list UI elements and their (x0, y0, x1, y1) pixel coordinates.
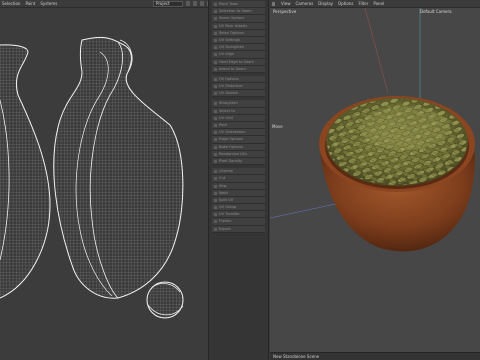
camera-label[interactable]: Default Camera (420, 9, 452, 14)
tool-panel-item[interactable]: Weld (212, 189, 265, 197)
uv-tool-icon[interactable] (200, 1, 204, 6)
uv-canvas[interactable] (0, 8, 208, 360)
tool-panel-item[interactable]: Cut (212, 175, 265, 183)
tool-panel-item[interactable]: UV Pack Islands (212, 22, 265, 30)
tool-panel-item[interactable]: UV Align (212, 51, 265, 59)
tool-panel-item[interactable]: Export (212, 225, 265, 233)
tool-panel-item[interactable]: Seam Options (212, 15, 265, 23)
uv-tool-icon[interactable] (193, 1, 197, 6)
uv-tool-panel: Paint Tools Selection to Seam Seam Options… (208, 0, 269, 360)
viewport-menu-filter[interactable]: Filter (358, 1, 368, 6)
tool-panel-item[interactable]: UV Orientation (212, 129, 265, 137)
tool-panel-item[interactable]: Split UV (212, 196, 265, 205)
viewport-scene (270, 8, 475, 252)
uv-editor-menu: Selection Paint Systems (0, 1, 57, 6)
viewport-layout-icon[interactable] (272, 1, 275, 6)
move-label: Move (272, 124, 283, 129)
tool-panel-item[interactable]: UV Settings (212, 36, 265, 45)
tool-panel-item[interactable]: UV Straighten (212, 44, 265, 52)
tool-panel-item[interactable]: Randomize UVs (212, 150, 265, 158)
tool-panel-item[interactable]: Fill Options (212, 75, 265, 84)
tool-panel-item[interactable]: Pixel Density (212, 157, 265, 166)
tool-panel-item[interactable]: Flatten (212, 218, 265, 226)
perspective-label: Perspective (273, 9, 297, 14)
tool-panel-item[interactable]: Island to Seam (212, 65, 265, 73)
tool-panel-item[interactable]: Pack (212, 122, 265, 130)
tool-panel-item[interactable]: Unwrap (212, 168, 265, 176)
viewport-menu-options[interactable]: Options (338, 1, 353, 6)
project-dropdown[interactable]: Project (153, 1, 183, 7)
tool-panel-item[interactable]: Relax Options (212, 29, 265, 37)
viewport-menu-panel[interactable]: Panel (373, 1, 384, 6)
tool-panel-item[interactable]: Straighten (212, 100, 265, 108)
viewport-menu-display[interactable]: Display (318, 1, 333, 6)
uv-menu-systems[interactable]: Systems (40, 1, 57, 6)
tool-panel-item[interactable]: Paint Tools (212, 1, 265, 9)
tool-panel-item[interactable]: Edge Options (212, 136, 265, 144)
viewport-menu-cameras[interactable]: Cameras (296, 1, 314, 6)
viewport-statusbar: New Standalone Scene (270, 352, 480, 360)
tool-panel-item[interactable]: Hard Edge to Seam (212, 58, 265, 66)
tool-panel-item[interactable]: UV Transfer (212, 211, 265, 219)
scene-status: New Standalone Scene (273, 354, 320, 359)
tool-panel-item[interactable]: Select to (212, 107, 265, 115)
viewport-menu: View Cameras Display Options Filter Pane… (270, 1, 384, 6)
tool-panel-item[interactable]: Sew (212, 182, 265, 190)
tool-panel-item[interactable]: Bake Options (212, 143, 265, 151)
tool-panel-item[interactable]: UV Distortion (212, 83, 265, 91)
uv-menu-paint[interactable]: Paint (25, 1, 35, 6)
uv-wireframe (0, 36, 184, 319)
viewport-menubar: View Cameras Display Options Filter Pane… (270, 0, 480, 8)
tool-panel-item[interactable]: UV Group (212, 204, 265, 212)
viewport-canvas[interactable]: Perspective Default Camera Move (270, 8, 480, 352)
tool-panel-item[interactable]: Selection to Seam (212, 8, 265, 16)
tool-panel-item[interactable]: UV Stretch (212, 90, 265, 98)
uv-tool-icon[interactable] (186, 1, 190, 6)
tool-panel-item[interactable]: UV Grid (212, 114, 265, 122)
viewport-menu-view[interactable]: View (281, 1, 291, 6)
viewport-layout-icons (272, 1, 275, 6)
uv-menu-selection[interactable]: Selection (2, 1, 20, 6)
